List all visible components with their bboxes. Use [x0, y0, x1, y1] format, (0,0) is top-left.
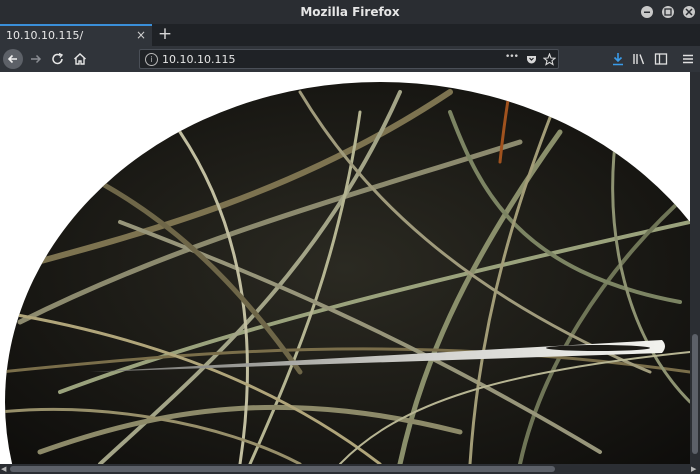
- address-bar[interactable]: i 10.10.10.115 •••: [139, 49, 559, 69]
- forward-arrow-icon: [31, 54, 42, 64]
- scroll-right-icon[interactable]: ▶: [691, 465, 696, 473]
- forward-button[interactable]: [27, 50, 45, 68]
- haystack-needle-image: [5, 82, 690, 464]
- home-icon: [74, 53, 86, 65]
- close-window-button[interactable]: [683, 6, 695, 18]
- site-info-icon[interactable]: i: [145, 53, 158, 66]
- tab-active[interactable]: 10.10.10.115/ ×: [0, 24, 152, 46]
- page-content: [0, 72, 690, 464]
- maximize-button[interactable]: [662, 6, 674, 18]
- reload-icon: [52, 52, 64, 65]
- back-button[interactable]: [3, 49, 23, 69]
- maximize-icon: [664, 8, 672, 16]
- url-text[interactable]: 10.10.10.115: [162, 53, 235, 66]
- minimize-icon: [644, 11, 650, 13]
- new-tab-button[interactable]: +: [156, 24, 174, 46]
- download-icon[interactable]: [611, 52, 625, 66]
- vertical-scroll-thumb[interactable]: [692, 334, 698, 454]
- close-icon: [685, 8, 693, 16]
- pocket-icon[interactable]: [525, 53, 538, 66]
- reload-button[interactable]: [49, 50, 67, 68]
- scroll-left-icon[interactable]: ◀: [1, 465, 6, 473]
- menu-icon[interactable]: [681, 52, 695, 66]
- sidebar-icon[interactable]: [654, 52, 668, 66]
- library-icon[interactable]: [632, 52, 646, 66]
- tab-strip: 10.10.10.115/ ×: [0, 24, 700, 46]
- minimize-button[interactable]: [641, 6, 653, 18]
- tab-close-icon[interactable]: ×: [136, 28, 146, 42]
- navigation-toolbar: i 10.10.10.115 •••: [0, 46, 700, 72]
- window-title: Mozilla Firefox: [300, 5, 400, 19]
- vertical-scrollbar[interactable]: [690, 72, 700, 464]
- window-titlebar: Mozilla Firefox: [0, 0, 700, 24]
- bookmark-star-icon[interactable]: [543, 53, 556, 66]
- home-button[interactable]: [71, 50, 89, 68]
- back-arrow-icon: [7, 54, 17, 64]
- horizontal-scrollbar[interactable]: ◀ ▶: [0, 464, 700, 474]
- horizontal-scroll-thumb[interactable]: [10, 466, 555, 472]
- tab-title: 10.10.10.115/: [6, 29, 84, 42]
- page-actions-icon[interactable]: •••: [505, 52, 519, 62]
